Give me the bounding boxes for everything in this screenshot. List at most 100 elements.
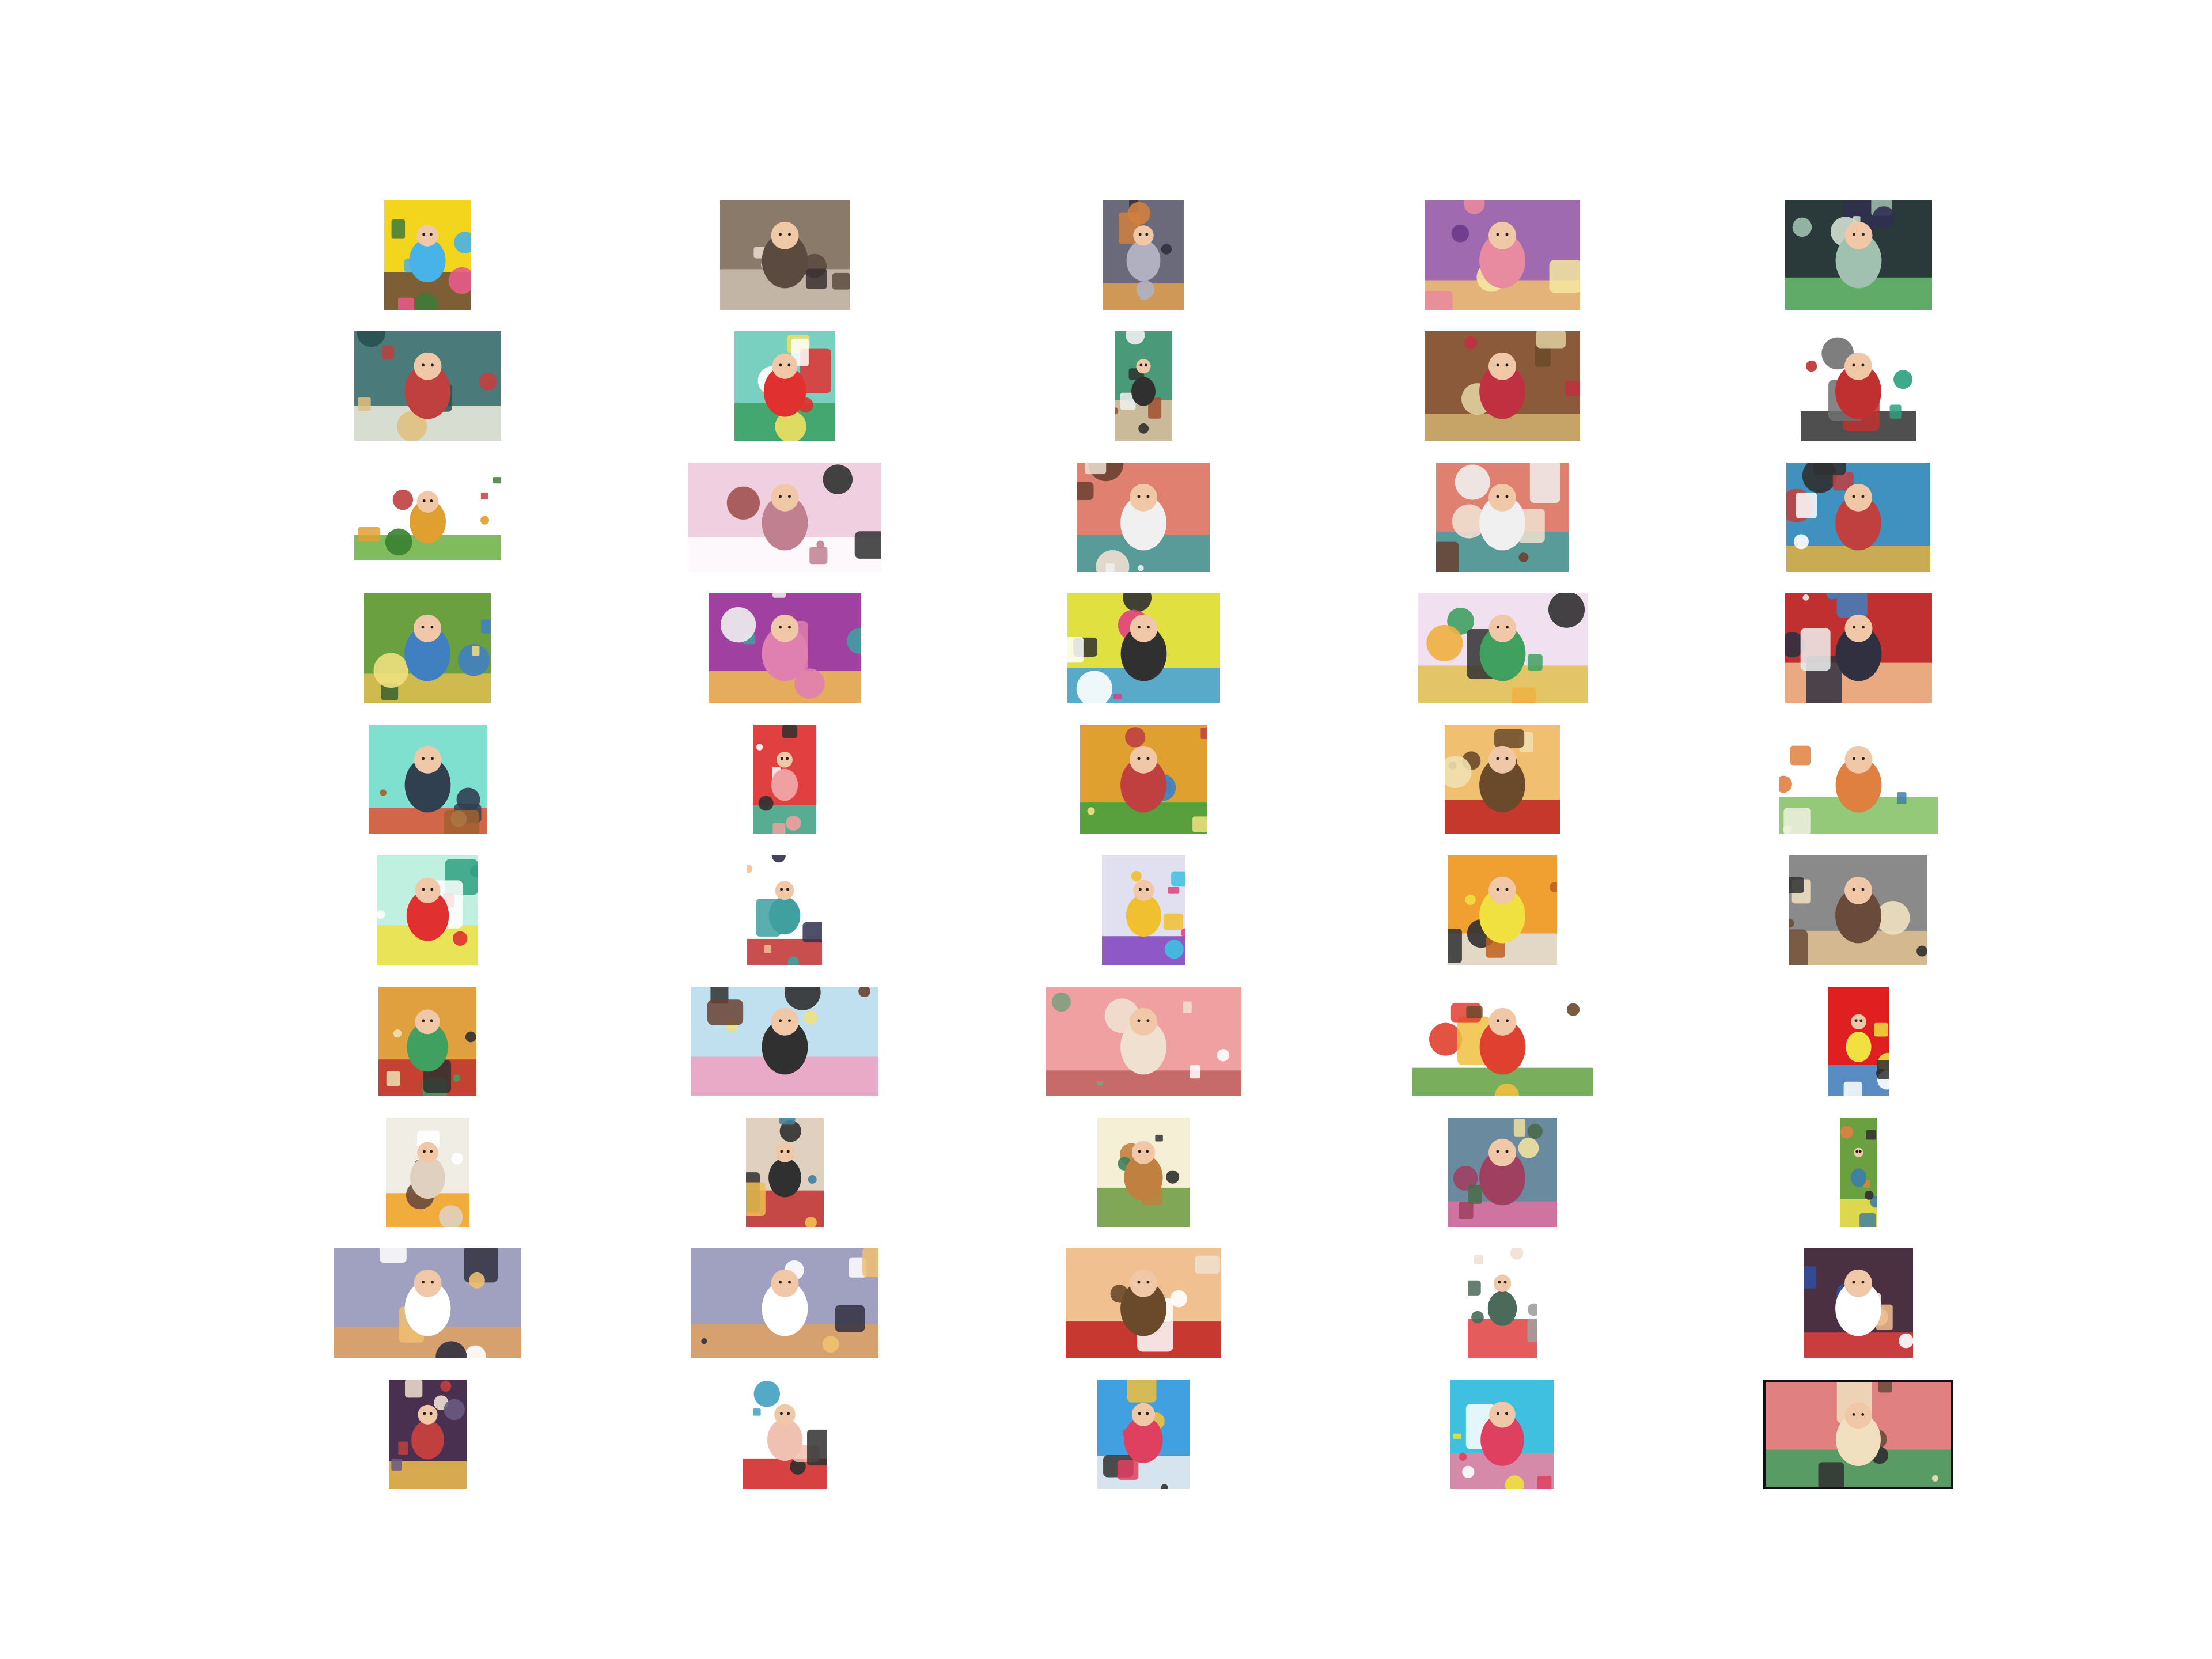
thumbnail-mermaid-and-pirate[interactable] xyxy=(747,855,822,965)
thumbnail-illustration xyxy=(1436,463,1569,572)
thumbnail-coffee-mug-character[interactable] xyxy=(385,1118,469,1227)
thumbnail-kitchen-still-life[interactable] xyxy=(719,200,850,310)
thumbnail-heart-robot-poster[interactable] xyxy=(1828,987,1889,1096)
thumbnail-circus-parade[interactable] xyxy=(1080,725,1207,834)
thumbnail-illustration xyxy=(1411,987,1593,1096)
thumbnail-illustration xyxy=(1080,725,1207,834)
thumbnail-person-with-owl-poster-b[interactable] xyxy=(1436,463,1569,572)
thumbnail-illustration xyxy=(368,725,487,834)
thumbnail-tree-house-book[interactable] xyxy=(1097,1118,1190,1227)
thumbnail-illustration xyxy=(377,855,478,965)
thumbnail-boy-with-flowers-on-grass[interactable] xyxy=(354,474,501,560)
thumbnail-girl-in-purple-bedroom[interactable] xyxy=(708,593,861,703)
thumbnail-illustration xyxy=(734,331,835,441)
thumbnail-crowd-of-characters-portrait[interactable] xyxy=(1103,200,1184,310)
thumbnail-illustration xyxy=(753,725,816,834)
thumbnail-illustration xyxy=(1450,1380,1554,1489)
thumbnail-plant-and-character[interactable] xyxy=(1779,725,1938,834)
thumbnail-illustration xyxy=(1097,1380,1190,1489)
thumbnail-illustration xyxy=(688,463,881,572)
thumbnail-boy-striped-shirt-poster[interactable] xyxy=(1804,1248,1913,1358)
thumbnail-illustration xyxy=(1425,331,1580,441)
thumbnail-computer-desk-scene[interactable] xyxy=(1067,593,1220,703)
thumbnail-skull-with-pipes[interactable] xyxy=(745,1118,824,1227)
thumbnail-illustration xyxy=(1101,855,1185,965)
thumbnail-illustration xyxy=(385,1118,469,1227)
thumbnail-fruit-characters-watermelon[interactable] xyxy=(734,331,835,441)
thumbnail-rabbit-writer-a[interactable] xyxy=(334,1248,521,1358)
thumbnail-illustration xyxy=(1417,593,1588,703)
thumbnail-illustration xyxy=(1786,463,1930,572)
thumbnail-illustration xyxy=(1779,725,1938,834)
thumbnail-illustration xyxy=(691,1248,878,1358)
thumbnail-game-level-screen[interactable] xyxy=(691,987,878,1096)
thumbnail-illustration xyxy=(1804,1248,1913,1358)
thumbnail-illustration xyxy=(1468,1248,1537,1358)
thumbnail-illustration xyxy=(388,1380,467,1489)
thumbnail-village-landscape[interactable] xyxy=(364,593,491,703)
thumbnail-girl-moon-night[interactable] xyxy=(388,1380,467,1489)
thumbnail-illustration xyxy=(1077,463,1210,572)
thumbnail-illustration xyxy=(1448,855,1557,965)
thumbnail-fruit-characters-banana[interactable] xyxy=(377,855,478,965)
thumbnail-illustration xyxy=(1097,1118,1190,1227)
thumbnail-old-man-portrait-frame[interactable] xyxy=(1789,855,1927,965)
thumbnail-diptych-creature[interactable] xyxy=(1417,593,1588,703)
thumbnail-illustration xyxy=(1789,855,1927,965)
thumbnail-illustration xyxy=(1766,1382,1951,1487)
thumbnail-illustration xyxy=(1839,1118,1877,1227)
thumbnail-pink-product-display[interactable] xyxy=(688,463,881,572)
thumbnail-fluffy-haired-character[interactable] xyxy=(384,200,471,310)
thumbnail-yellow-man-at-machine[interactable] xyxy=(1448,855,1557,965)
thumbnail-illustration xyxy=(1828,987,1889,1096)
thumbnail-illustration xyxy=(1785,593,1932,703)
thumbnail-red-flowers-tall[interactable] xyxy=(753,725,816,834)
thumbnail-bordered-room-scene[interactable] xyxy=(1763,1380,1953,1489)
thumbnail-tall-poster-portrait[interactable] xyxy=(1115,331,1172,441)
thumbnail-night-city-scene[interactable] xyxy=(1785,200,1932,310)
thumbnail-colorful-abstract-poster[interactable] xyxy=(1101,855,1185,965)
thumbnail-cartoon-crowd-poster[interactable] xyxy=(1097,1380,1190,1489)
thumbnail-tall-forest-strip[interactable] xyxy=(1839,1118,1877,1227)
thumbnail-illustration xyxy=(747,855,822,965)
thumbnail-island-house[interactable] xyxy=(1468,1248,1537,1358)
thumbnail-illustration xyxy=(354,474,501,560)
thumbnail-girl-in-bed-with-teacup[interactable] xyxy=(1425,200,1580,310)
thumbnail-illustration xyxy=(354,331,501,441)
thumbnail-illustration xyxy=(708,593,861,703)
thumbnail-illustration xyxy=(1067,593,1220,703)
thumbnail-illustration xyxy=(1115,331,1172,441)
thumbnail-illustration xyxy=(1046,987,1241,1096)
thumbnail-illustration xyxy=(1066,1248,1221,1358)
thumbnail-illustration xyxy=(364,593,491,703)
thumbnail-illustration xyxy=(378,987,476,1096)
thumbnail-illustration xyxy=(1448,1118,1557,1227)
thumbnail-pink-bear-collar[interactable] xyxy=(1450,1380,1554,1489)
thumbnail-illustration xyxy=(1785,200,1932,310)
thumbnail-clock-city-poster[interactable] xyxy=(378,987,476,1096)
thumbnail-group-of-people-poster[interactable] xyxy=(1786,463,1930,572)
thumbnail-vegetable-sprite-sheet[interactable] xyxy=(1411,987,1593,1096)
thumbnail-birdcage-scene[interactable] xyxy=(354,331,501,441)
thumbnail-illustration xyxy=(1103,200,1184,310)
thumbnail-gallery xyxy=(0,0,2212,1659)
thumbnail-red-dragon-rider[interactable] xyxy=(1445,725,1560,834)
thumbnail-mouse-characters[interactable] xyxy=(1801,331,1916,441)
thumbnail-rabbit-writer-b[interactable] xyxy=(691,1248,878,1358)
thumbnail-isometric-pink-city[interactable] xyxy=(1046,987,1241,1096)
thumbnail-illustration xyxy=(334,1248,521,1358)
thumbnail-illustration xyxy=(384,200,471,310)
thumbnail-pink-monster-mountains[interactable] xyxy=(1448,1118,1557,1227)
thumbnail-illustration xyxy=(745,1118,824,1227)
thumbnail-cartoon-boys-faces[interactable] xyxy=(1785,593,1932,703)
thumbnail-illustration xyxy=(691,987,878,1096)
thumbnail-illustration xyxy=(1425,200,1580,310)
thumbnail-red-haired-figure[interactable] xyxy=(743,1380,827,1489)
thumbnail-illustration xyxy=(1445,725,1560,834)
thumbnail-flying-red-dragon[interactable] xyxy=(1066,1248,1221,1358)
thumbnail-illustration xyxy=(743,1380,827,1489)
thumbnail-person-with-owl-poster-a[interactable] xyxy=(1077,463,1210,572)
thumbnail-illustration xyxy=(719,200,850,310)
thumbnail-two-bears-cooking[interactable] xyxy=(1425,331,1580,441)
thumbnail-robot-character-mint[interactable] xyxy=(368,725,487,834)
